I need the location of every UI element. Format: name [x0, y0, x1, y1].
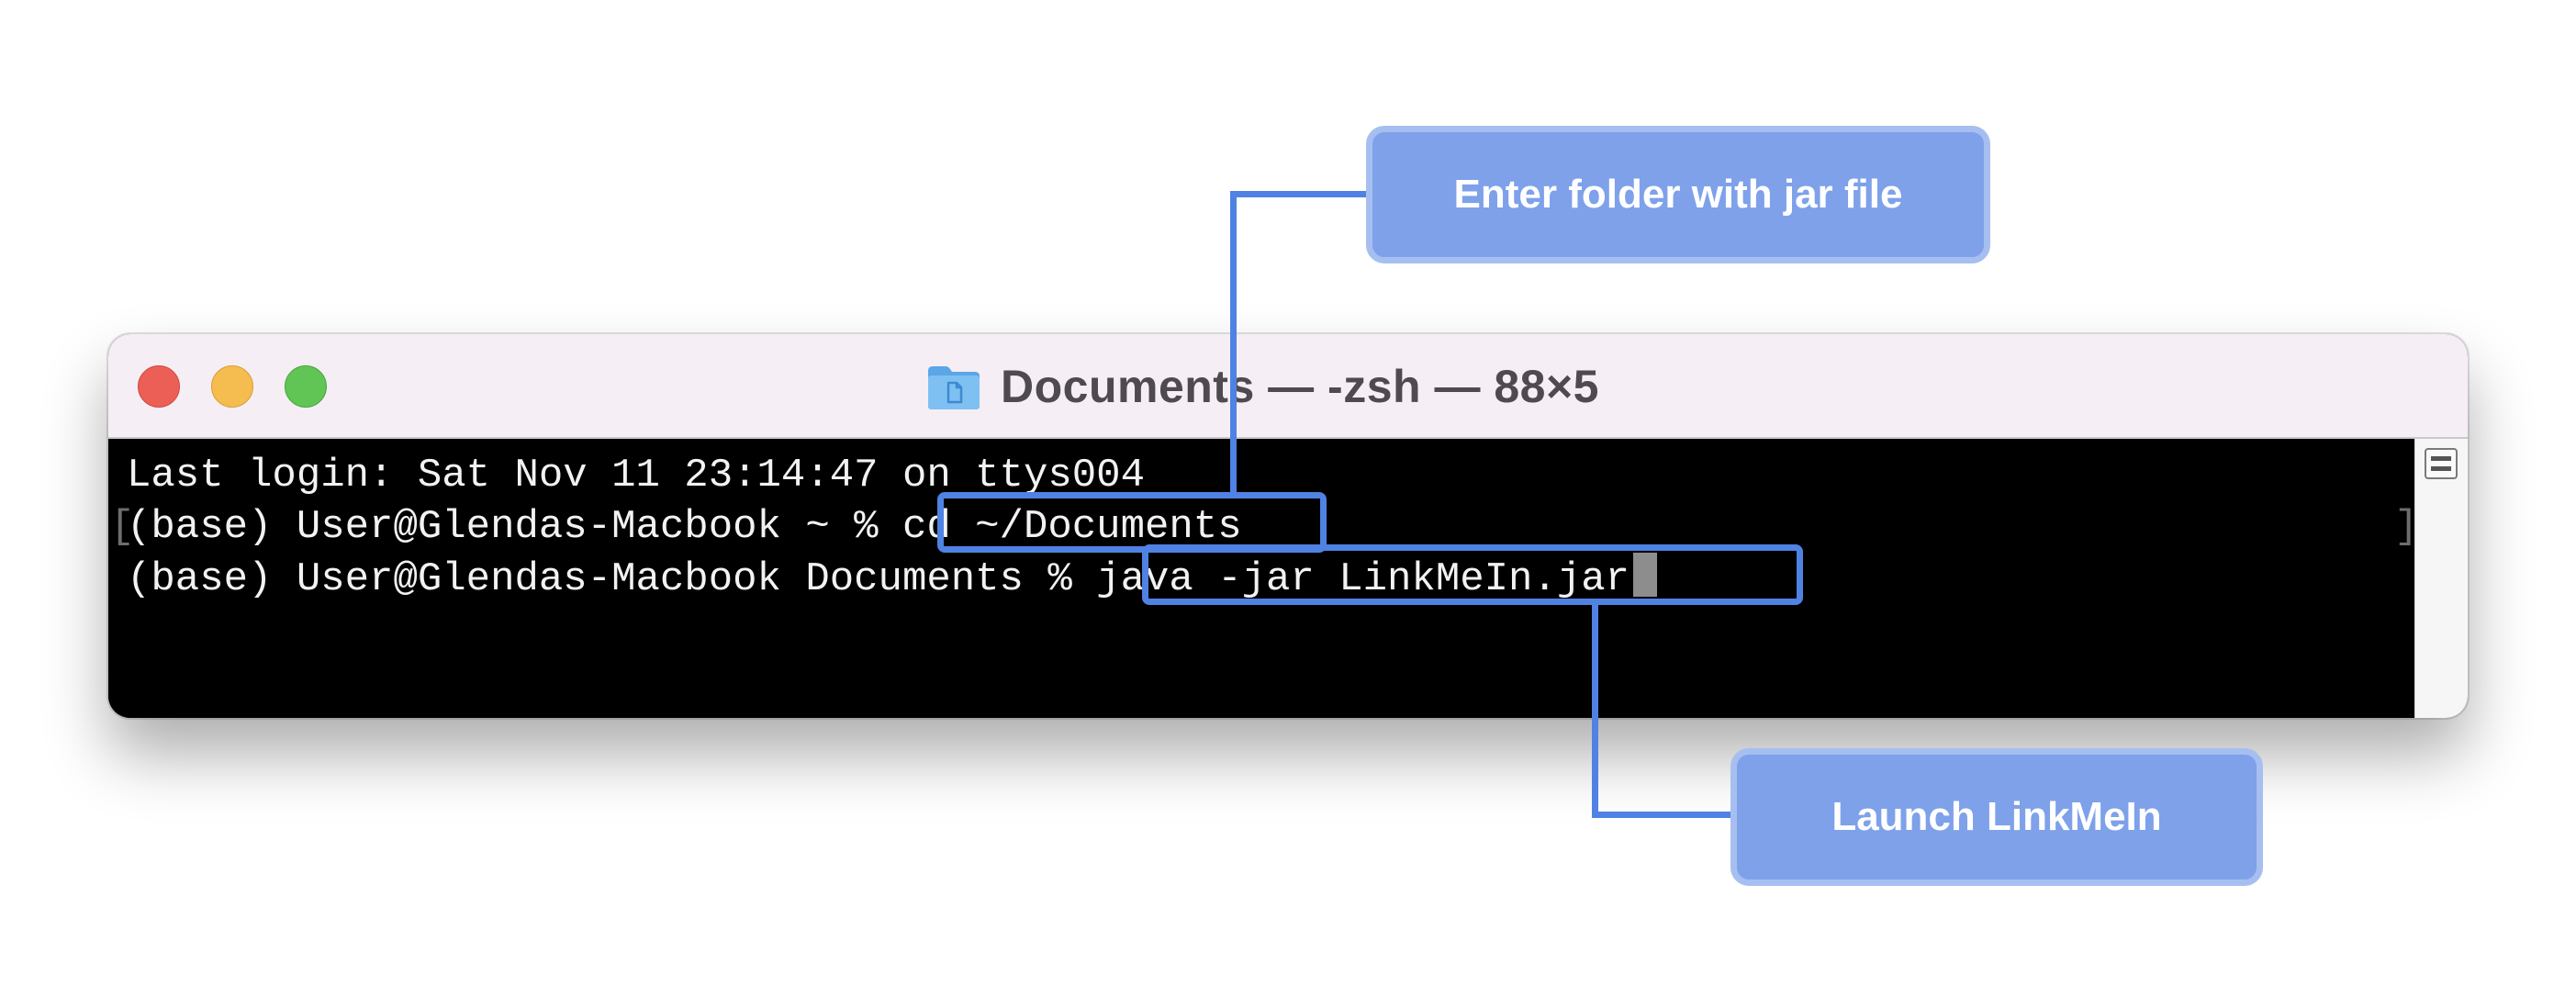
callout-launch: Launch LinkMeIn [1730, 748, 2263, 886]
mark-bracket-left: [ [110, 504, 135, 550]
title-bar[interactable]: Documents — -zsh — 88×5 [108, 334, 2468, 439]
connector-top-horizontal [1230, 191, 1370, 197]
scrollbar[interactable] [2414, 439, 2468, 718]
prompt-2: (base) User@Glendas-Macbook Documents % [127, 556, 1097, 602]
prompt-1: (base) User@Glendas-Macbook ~ % [127, 504, 902, 550]
folder-icon [928, 366, 980, 409]
connector-bottom-vertical [1592, 603, 1598, 818]
connector-top-vertical [1230, 191, 1237, 494]
connector-bottom-horizontal [1592, 812, 1735, 818]
minimize-button[interactable] [211, 365, 253, 408]
window-title: Documents — -zsh — 88×5 [925, 353, 1599, 420]
annotated-screenshot: Documents — -zsh — 88×5 Last login: Sat … [0, 0, 2576, 1008]
split-pane-icon[interactable] [2425, 448, 2458, 479]
callout-enter-folder: Enter folder with jar file [1366, 126, 1990, 263]
highlight-java-command [1142, 544, 1803, 605]
close-button[interactable] [138, 365, 180, 408]
zoom-button[interactable] [285, 365, 327, 408]
window-title-text: Documents — -zsh — 88×5 [1001, 361, 1599, 412]
